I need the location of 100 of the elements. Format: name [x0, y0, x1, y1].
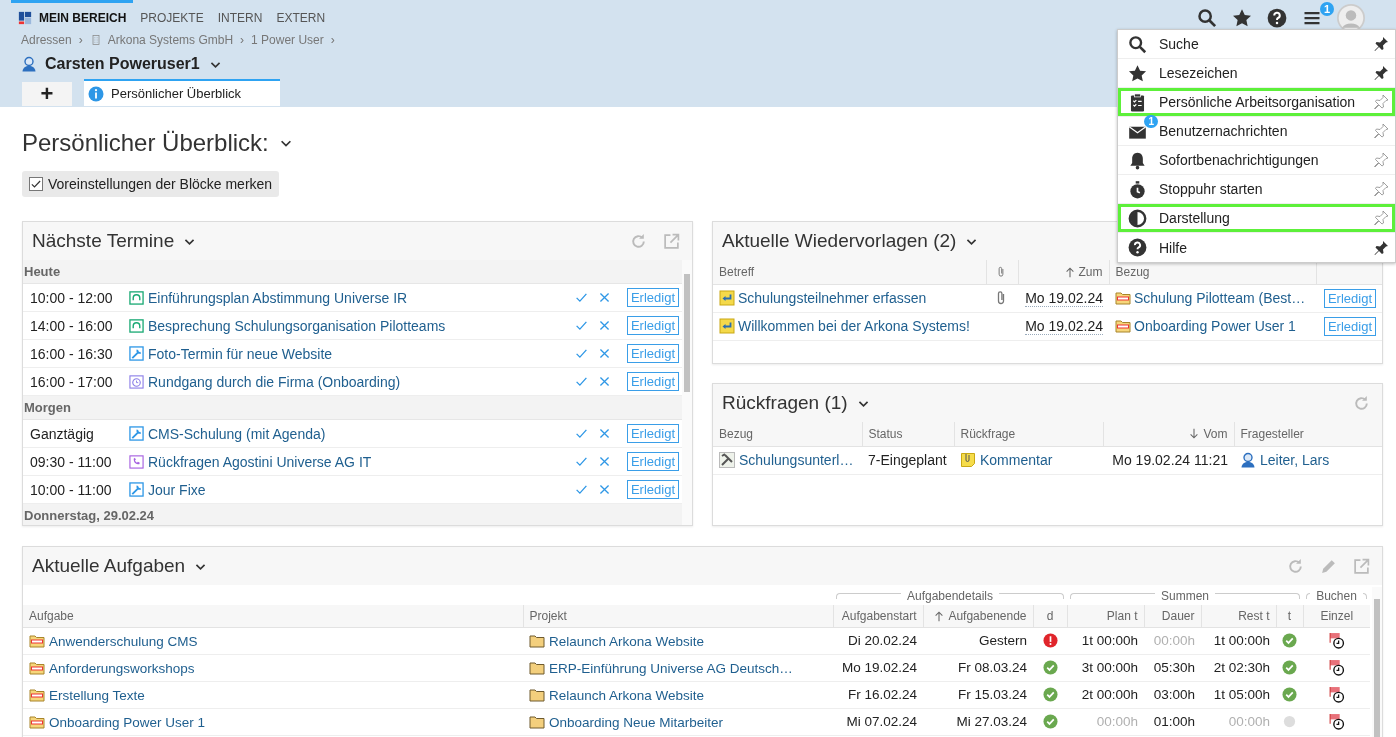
reference-link[interactable]: Schulung Pilotteam (Best… [1134, 290, 1306, 306]
task-link[interactable]: Onboarding Power User 1 [49, 714, 206, 730]
pencil-icon[interactable] [1320, 557, 1337, 575]
scrollbar[interactable] [682, 260, 692, 525]
menu-item[interactable]: Suche [1118, 30, 1395, 59]
pin-icon[interactable] [1373, 36, 1389, 52]
star-icon[interactable] [1232, 8, 1252, 28]
notification-badge: 1 [1319, 2, 1334, 16]
pin-icon[interactable] [1373, 239, 1389, 256]
pin-outline-icon[interactable] [1373, 94, 1389, 110]
nav-tab[interactable]: MEIN BEREICH [11, 0, 134, 32]
column-header[interactable]: t [1287, 608, 1292, 623]
menu-item[interactable]: 1 Benutzernachrichten [1118, 117, 1395, 146]
close-icon[interactable] [598, 455, 611, 468]
resubmission-link[interactable]: Willkommen bei der Arkona Systems! [738, 318, 970, 334]
menu-item[interactable]: Persönliche Arbeitsorganisation [1118, 88, 1395, 117]
pin-outline-icon[interactable] [1373, 210, 1389, 226]
column-group-label: Buchen [1316, 589, 1357, 603]
nav-tab[interactable]: INTERN [210, 0, 270, 32]
appointment-link[interactable]: Einführungsplan Abstimmung Universe IR [148, 289, 408, 306]
column-header[interactable]: Aufgabe [29, 608, 74, 623]
search-icon[interactable] [1197, 8, 1217, 28]
project-link[interactable]: Relaunch Arkona Website [549, 687, 705, 703]
person-link[interactable]: Leiter, Lars [1260, 452, 1330, 468]
page-tab[interactable]: Persönlicher Überblick [84, 79, 280, 106]
time-label: 09:30 - 11:00 [30, 453, 113, 470]
menu-item[interactable]: Hilfe [1118, 233, 1395, 262]
appointment-link[interactable]: Rückfragen Agostini Universe AG IT [148, 453, 372, 470]
remember-checkbox[interactable]: Voreinstellungen der Blöcke merken [22, 171, 280, 197]
pin-outline-icon[interactable] [1373, 123, 1389, 139]
task-link[interactable]: Anwenderschulung CMS [49, 633, 198, 649]
breadcrumb-separator: › [78, 32, 83, 47]
time-label: Ganztägig [30, 425, 95, 442]
menu-item[interactable]: Darstellung [1118, 204, 1395, 233]
close-icon[interactable] [598, 483, 611, 496]
panel-title: Rückfragen (1) [722, 392, 848, 414]
arrow-down-icon[interactable] [1188, 427, 1201, 440]
return-note-icon [719, 318, 735, 334]
flag-clock-icon[interactable] [1328, 632, 1345, 649]
flag-clock-icon[interactable] [1328, 713, 1345, 730]
check-icon[interactable] [575, 455, 588, 468]
flag-clock-icon[interactable] [1328, 686, 1345, 703]
close-icon[interactable] [598, 347, 611, 360]
breadcrumb-link[interactable]: 1 Power User [251, 32, 324, 47]
pin-icon[interactable] [1373, 65, 1389, 81]
refresh-icon[interactable] [1287, 557, 1304, 575]
help-icon[interactable] [1267, 8, 1287, 28]
pin-outline-icon[interactable] [1373, 152, 1389, 168]
refresh-icon[interactable] [630, 232, 647, 250]
appointment-link[interactable]: Foto-Termin für neue Website [148, 345, 333, 362]
appointment-link[interactable]: CMS-Schulung (mit Agenda) [148, 425, 326, 442]
menu-item[interactable]: Lesezeichen [1118, 59, 1395, 88]
scrollbar[interactable] [1372, 587, 1382, 737]
check-icon[interactable] [575, 319, 588, 332]
column-header[interactable]: Bezug [1115, 264, 1150, 279]
reference-link[interactable]: Schulungsunterl… [739, 452, 854, 468]
reference-link[interactable]: Onboarding Power User 1 [1134, 318, 1296, 334]
menu-item[interactable]: Sofortbenachrichtigungen [1118, 146, 1395, 175]
close-icon[interactable] [598, 319, 611, 332]
check-icon[interactable] [575, 483, 588, 496]
column-header[interactable]: d [1046, 608, 1054, 623]
appointment-link[interactable]: Besprechung Schulungsorganisation Pilotteams [148, 317, 446, 334]
info-icon [88, 85, 104, 102]
appointment-link[interactable]: Jour Fixe [148, 481, 206, 498]
column-header[interactable]: Betreff [719, 264, 755, 279]
appointment-link[interactable]: Rundgang durch die Firma (Onboarding) [148, 373, 401, 390]
column-header[interactable]: Vom [1203, 426, 1228, 441]
task-link[interactable]: Anforderungsworkshops [49, 660, 195, 676]
pin-outline-icon[interactable] [1373, 181, 1389, 197]
nav-tab[interactable]: PROJEKTE [133, 0, 211, 32]
check-icon[interactable] [575, 375, 588, 388]
contrast-icon [1128, 208, 1147, 228]
check-icon[interactable] [575, 427, 588, 440]
resubmission-link[interactable]: Schulungsteilnehmer erfassen [738, 290, 927, 306]
menu-item[interactable]: Stoppuhr starten [1118, 175, 1395, 204]
task-link[interactable]: Erstellung Texte [49, 687, 145, 703]
breadcrumb-link[interactable]: Arkona Systems GmbH [89, 32, 234, 47]
close-icon[interactable] [598, 427, 611, 440]
close-icon[interactable] [598, 375, 611, 388]
headset-icon [129, 290, 144, 305]
folder-icon [529, 632, 545, 649]
close-icon[interactable] [598, 291, 611, 304]
tools-icon [719, 452, 735, 468]
check-icon[interactable] [575, 291, 588, 304]
external-link-icon[interactable] [1353, 557, 1370, 575]
project-link[interactable]: ERP-Einführung Universe AG Deutsch… [549, 660, 793, 676]
breadcrumb-link[interactable]: Adressen [21, 32, 72, 47]
building-icon [89, 33, 102, 46]
nav-tab[interactable]: EXTERN [269, 0, 333, 32]
add-tab-button[interactable]: + [22, 82, 72, 106]
external-link-icon[interactable] [663, 232, 680, 250]
flag-clock-icon[interactable] [1328, 659, 1345, 676]
question-link[interactable]: Kommentar [980, 452, 1053, 468]
refresh-icon[interactable] [1353, 394, 1370, 412]
check-icon[interactable] [575, 347, 588, 360]
project-link[interactable]: Onboarding Neue Mitarbeiter [549, 714, 724, 730]
project-link[interactable]: Relaunch Arkona Website [549, 633, 705, 649]
column-header[interactable]: Bezug [719, 426, 754, 441]
column-header[interactable]: Projekt [529, 608, 567, 623]
column-header[interactable]: Zum [1078, 264, 1103, 279]
